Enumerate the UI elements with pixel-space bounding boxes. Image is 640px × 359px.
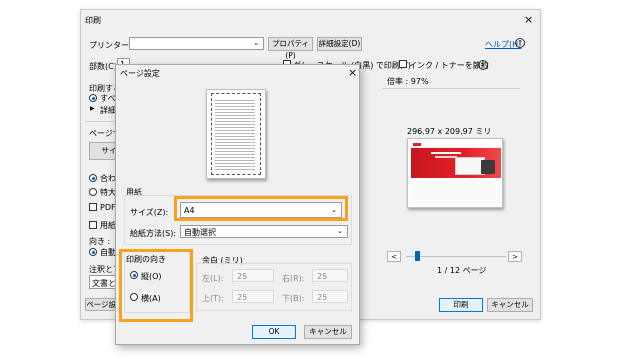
left-margin-input[interactable]: 25 [232, 269, 274, 282]
page-indicator: 1 / 12 ページ [437, 266, 487, 275]
page-setup-dialog: ページ設定 × 用紙 サイズ(Z): A4 ⌄ 給紙方法(S): 自動選択 ⌄ … [115, 64, 360, 345]
fit-radio[interactable] [89, 174, 97, 182]
preview-hero-line [431, 152, 461, 154]
bottom-margin-label: 下(B): [282, 294, 305, 303]
source-label: 給紙方法(S): [130, 229, 177, 238]
print-dialog-close-icon[interactable]: × [524, 14, 533, 25]
top-margin-input[interactable]: 25 [232, 290, 274, 303]
right-margin-label: 右(R): [282, 274, 305, 283]
print-button[interactable]: 印刷 [439, 298, 483, 312]
ink-save-checkbox[interactable] [399, 60, 407, 68]
auto-orientation-label: 自動 [100, 248, 116, 257]
preview-text-lines [215, 98, 255, 170]
paper-preview [206, 89, 266, 179]
all-pages-radio[interactable] [89, 94, 97, 102]
top-margin-label: 上(T): [202, 294, 224, 303]
landscape-radio[interactable] [130, 293, 138, 301]
preview-body [411, 180, 501, 204]
portrait-label: 縦(O) [141, 272, 162, 281]
page-setup-cancel-button[interactable]: キャンセル [304, 325, 352, 339]
preview-page [407, 138, 503, 208]
triangle-right-icon: ▶ [90, 105, 95, 112]
source-select[interactable]: 自動選択 ⌄ [180, 225, 348, 238]
pdf-checkbox[interactable] [89, 203, 97, 211]
printer-select[interactable]: ⌄ [129, 37, 264, 50]
preview-slider-thumb[interactable] [415, 251, 420, 261]
orientation-group-label: 印刷の向き [126, 255, 166, 264]
size-highlight [174, 196, 348, 221]
advanced-button[interactable]: 詳細設定(D) [317, 37, 362, 51]
info-icon[interactable]: i [478, 60, 488, 70]
ok-button[interactable]: OK [252, 325, 296, 339]
source-select-value: 自動選択 [184, 228, 216, 237]
zoom-label: 倍率 : 97% [387, 77, 429, 86]
size-label: サイズ(Z): [130, 208, 169, 217]
landscape-label: 横(A) [141, 294, 161, 303]
chevron-down-icon: ⌄ [253, 39, 259, 47]
paper-label: 用紙 [100, 221, 116, 230]
right-margin-input[interactable]: 25 [312, 269, 348, 282]
preview-logo [413, 143, 421, 146]
help-icon[interactable]: ? [515, 38, 525, 48]
preview-slider-track[interactable] [406, 256, 506, 257]
preview-hero-line [435, 156, 457, 158]
cancel-button[interactable]: キャンセル [487, 298, 533, 312]
paper-checkbox[interactable] [89, 221, 97, 229]
divider [382, 88, 520, 89]
properties-button[interactable]: プロパティ(P) [268, 37, 313, 60]
auto-orientation-radio[interactable] [89, 248, 97, 256]
portrait-radio[interactable] [130, 271, 138, 279]
print-dialog-title: 印刷 [85, 16, 101, 25]
actual-size-radio[interactable] [89, 188, 97, 196]
preview-next-button[interactable]: > [508, 251, 522, 262]
page-setup-close-icon[interactable]: × [348, 67, 357, 78]
left-margin-label: 左(L): [202, 274, 224, 283]
orientation-label: 向き : [89, 237, 111, 246]
chevron-down-icon: ⌄ [337, 227, 343, 235]
bottom-margin-input[interactable]: 25 [312, 290, 348, 303]
preview-hero-device [481, 160, 495, 174]
preview-size-label: 296.97 x 209.97 ミリ [407, 127, 492, 136]
ink-save-label: インク / トナーを節約 [409, 61, 489, 70]
preview-content [411, 142, 501, 204]
preview-prev-button[interactable]: < [387, 251, 401, 262]
page-setup-title: ページ設定 [120, 69, 160, 78]
